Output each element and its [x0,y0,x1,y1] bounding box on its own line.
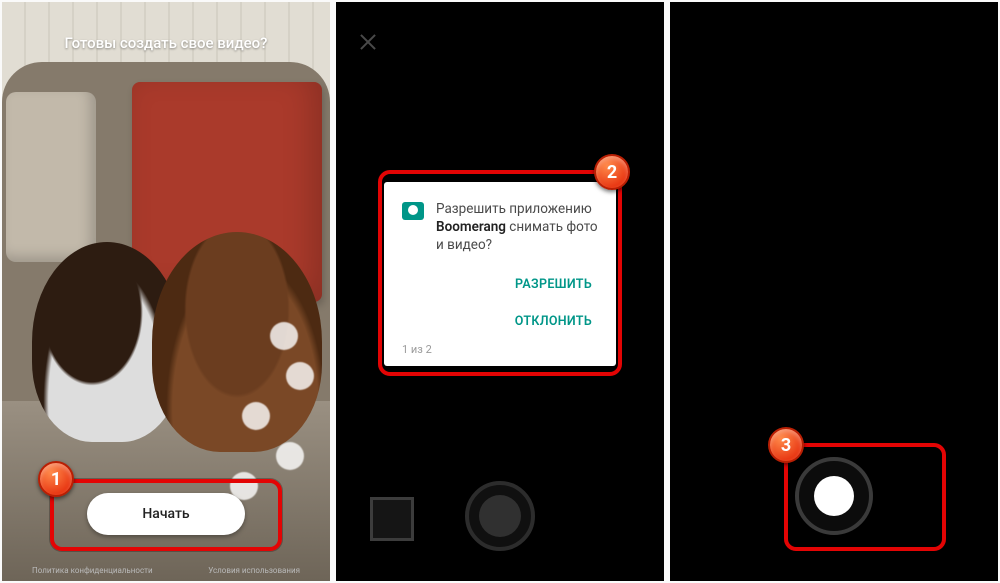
onboarding-screen: Готовы создать свое видео? 1 Начать Поли… [2,2,330,581]
callout-3 [784,443,946,551]
step-marker-2: 2 [594,154,630,190]
callout-1 [50,479,282,551]
terms-link[interactable]: Условия использования [208,566,300,575]
close-icon[interactable] [358,32,378,52]
step-marker-3: 3 [768,427,804,463]
camera-screen: 3 [670,2,998,581]
permission-screen: 2 Разрешить приложению Boomerang снимать… [336,2,664,581]
callout-2 [378,170,622,376]
shutter-button-disabled [465,481,535,551]
privacy-link[interactable]: Политика конфиденциальности [32,566,153,575]
onboarding-title: Готовы создать свое видео? [2,34,330,52]
step-marker-1: 1 [38,461,74,497]
gallery-button[interactable] [370,497,414,541]
